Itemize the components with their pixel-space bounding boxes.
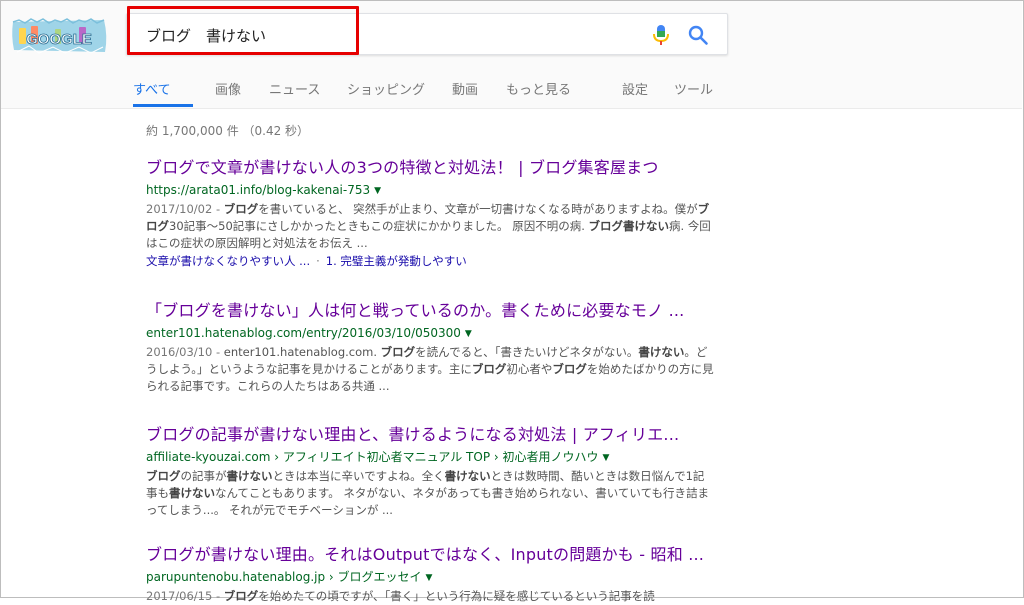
snippet-text: を読んでると、「書きたいけどネタがない。 bbox=[415, 345, 639, 359]
snippet-highlight: 書けない bbox=[638, 345, 685, 359]
result-stats: 約 1,700,000 件 （0.42 秒） bbox=[146, 124, 310, 138]
header: GOOGLE すべて 画像 ニュース ショッピング 動画 もっと見る 設定 ツー… bbox=[1, 1, 1022, 109]
search-result: ブログの記事が書けない理由と、書けるようになる対処法 | アフィリエ... af… bbox=[146, 425, 716, 519]
search-result: ブログが書けない理由。それはOutputではなく、Inputの問題かも - 昭和… bbox=[146, 545, 716, 605]
doodle-logo-image: GOOGLE bbox=[12, 18, 107, 54]
snippet-text: 初心者や bbox=[506, 362, 553, 376]
result-snippet: 2016/03/10 - enter101.hatenablog.com. ブロ… bbox=[146, 344, 714, 395]
snippet-text: の記事が bbox=[180, 469, 227, 483]
active-tab-indicator bbox=[133, 104, 193, 107]
snippet-text: を書いていると、 突然手が止まり、文章が一切書けなくなる時がありますよね。僕が bbox=[258, 202, 698, 216]
result-snippet: ブログの記事が書けないときは本当に辛いですよね。全く書けないときは数時間、酷いと… bbox=[146, 468, 714, 519]
result-url: enter101.hatenablog.com/entry/2016/03/10… bbox=[146, 325, 716, 342]
result-url-text: https://arata01.info/blog-kakenai-753 bbox=[146, 183, 371, 197]
sitelink[interactable]: 文章が書けなくなりやすい人 ... bbox=[146, 254, 310, 268]
dropdown-arrow-icon[interactable]: ▼ bbox=[374, 186, 381, 196]
result-url-text: affiliate-kyouzai.com › アフィリエイト初心者マニュアル … bbox=[146, 450, 599, 464]
dropdown-arrow-icon[interactable]: ▼ bbox=[602, 453, 609, 463]
search-result: 「ブログを書けない」人は何と戦っているのか。書くために必要なモノ ... ent… bbox=[146, 301, 716, 395]
snippet-highlight: 書けない bbox=[169, 486, 215, 500]
result-url: https://arata01.info/blog-kakenai-753 ▼ bbox=[146, 182, 716, 199]
snippet-highlight: 書けない bbox=[444, 469, 491, 483]
result-url-text: enter101.hatenablog.com/entry/2016/03/10… bbox=[146, 326, 461, 340]
snippet-text: なんてこともあります。 ネタがない、ネタがあっても書き始められない、書いていても… bbox=[146, 486, 710, 517]
result-date: 2016/03/10 - bbox=[146, 345, 224, 359]
result-breadcrumb-url: parupuntenobu.hatenablog.jp › ブログエッセイ ▼ bbox=[146, 569, 716, 586]
result-title-link[interactable]: 「ブログを書けない」人は何と戦っているのか。書くために必要なモノ ... bbox=[146, 301, 716, 321]
tab-settings[interactable]: 設定 bbox=[622, 79, 648, 98]
tab-tools[interactable]: ツール bbox=[674, 79, 713, 98]
dropdown-arrow-icon[interactable]: ▼ bbox=[426, 573, 433, 583]
snippet-highlight: ブログ bbox=[380, 345, 416, 359]
snippet-highlight: ブログ bbox=[146, 469, 181, 483]
snippet-text: enter101.hatenablog.com. bbox=[223, 345, 381, 359]
snippet-highlight: 書けない bbox=[226, 469, 273, 483]
snippet-text: ときは本当に辛いですよね。全く bbox=[272, 469, 445, 483]
result-url-text: parupuntenobu.hatenablog.jp › ブログエッセイ bbox=[146, 570, 422, 584]
tab-shopping[interactable]: ショッピング bbox=[347, 79, 425, 98]
search-icon[interactable] bbox=[687, 24, 709, 46]
tab-videos[interactable]: 動画 bbox=[452, 79, 478, 98]
result-sitelinks: 文章が書けなくなりやすい人 ... · 1. 完璧主義が発動しやすい bbox=[146, 253, 716, 270]
search-box[interactable] bbox=[126, 13, 728, 55]
dropdown-arrow-icon[interactable]: ▼ bbox=[465, 329, 472, 339]
tab-all[interactable]: すべて bbox=[133, 79, 171, 98]
tab-news[interactable]: ニュース bbox=[269, 79, 320, 98]
result-title-link[interactable]: ブログが書けない理由。それはOutputではなく、Inputの問題かも - 昭和… bbox=[146, 545, 716, 565]
result-date: 2017/06/15 - bbox=[146, 589, 224, 603]
sitelink-separator: · bbox=[316, 254, 320, 268]
snippet-highlight: ブログ bbox=[552, 362, 587, 376]
result-date: 2017/10/02 - bbox=[146, 202, 224, 216]
microphone-icon[interactable] bbox=[651, 24, 671, 46]
sitelink[interactable]: 1. 完璧主義が発動しやすい bbox=[326, 254, 467, 268]
snippet-text: を始めたての頃ですが、「書く」という行為に疑を感じているという記事を読 bbox=[258, 589, 655, 603]
search-result: ブログで文章が書けない人の3つの特徴と対処法！ | ブログ集客屋まつ https… bbox=[146, 158, 716, 270]
google-doodle-logo[interactable]: GOOGLE bbox=[9, 16, 109, 56]
result-title-link[interactable]: ブログの記事が書けない理由と、書けるようになる対処法 | アフィリエ... bbox=[146, 425, 716, 445]
result-snippet: 2017/10/02 - ブログを書いていると、 突然手が止まり、文章が一切書け… bbox=[146, 201, 714, 252]
snippet-text: 30記事〜50記事にさしかかったときもこの症状にかかりました。 原因不明の病. bbox=[169, 219, 589, 233]
snippet-highlight: ブログ書けない bbox=[588, 219, 670, 233]
tab-more[interactable]: もっと見る bbox=[506, 79, 571, 98]
result-snippet: 2017/06/15 - ブログを始めたての頃ですが、「書く」という行為に疑を感… bbox=[146, 588, 714, 605]
search-input[interactable] bbox=[144, 21, 608, 49]
snippet-highlight: ブログ bbox=[223, 202, 259, 216]
result-title-link[interactable]: ブログで文章が書けない人の3つの特徴と対処法！ | ブログ集客屋まつ bbox=[146, 158, 716, 178]
snippet-highlight: ブログ bbox=[471, 362, 507, 376]
result-breadcrumb-url: affiliate-kyouzai.com › アフィリエイト初心者マニュアル … bbox=[146, 449, 716, 466]
tab-images[interactable]: 画像 bbox=[215, 79, 241, 98]
doodle-lettering: GOOGLE bbox=[26, 31, 92, 48]
snippet-highlight: ブログ bbox=[223, 589, 259, 603]
